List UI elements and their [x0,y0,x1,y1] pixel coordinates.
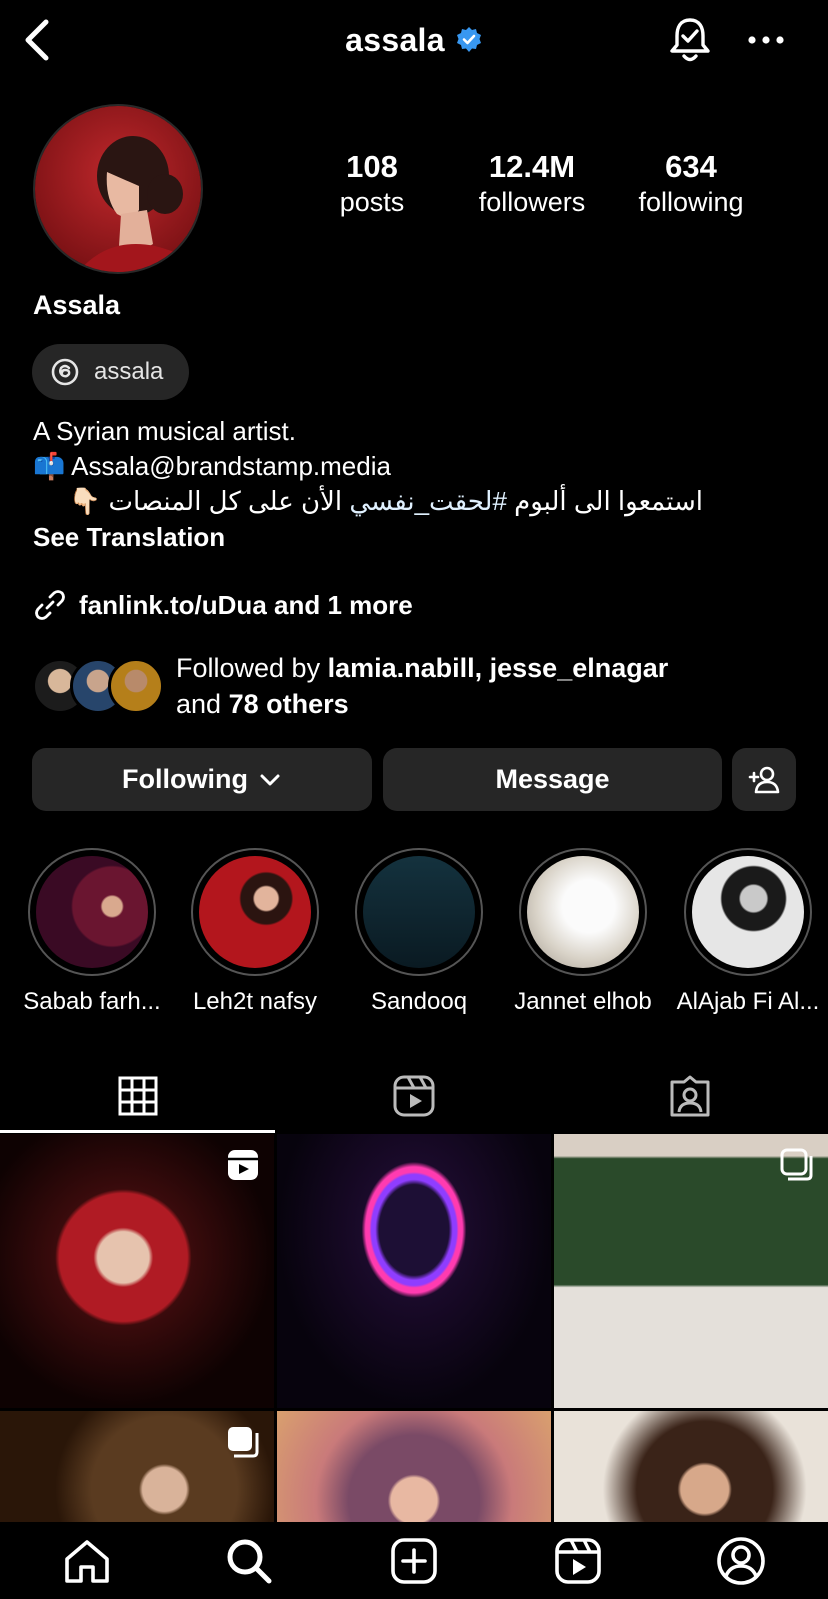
see-translation-link[interactable]: See Translation [33,522,225,553]
username-title: assala [345,21,445,58]
highlight-item[interactable]: Sandooq [339,848,499,1016]
nav-reels[interactable] [551,1534,605,1588]
bio-line-1: A Syrian musical artist. [33,416,296,446]
bio-arabic-text-after: الأن على كل المنصات [108,486,350,516]
threads-handle: assala [94,358,164,385]
notifications-button[interactable] [666,14,714,64]
highlight-item[interactable]: Leh2t nafsy [175,848,335,1016]
post-thumbnail[interactable] [0,1134,274,1408]
chevron-down-icon [260,774,280,785]
reels-icon [393,1075,435,1117]
posts-label: posts [339,187,405,217]
post-thumbnail[interactable] [277,1134,551,1408]
grid-icon [118,1076,158,1116]
tab-tagged[interactable] [552,1060,828,1132]
search-icon [227,1539,272,1584]
post-thumbnail[interactable] [554,1134,828,1408]
nav-profile[interactable] [714,1534,768,1588]
followed-by-and: and [176,689,229,719]
more-options-button[interactable] [746,22,786,58]
bio-line-2: 📫 Assala@brandstamp.media [33,449,813,484]
post-thumbnail[interactable] [0,1411,274,1523]
tab-reels[interactable] [276,1060,552,1132]
avatar-image [35,106,201,272]
carousel-badge-icon [780,1148,813,1181]
bell-check-icon [670,18,710,62]
highlight-ring [355,848,483,976]
nav-search[interactable] [222,1534,276,1588]
following-button[interactable]: Following [32,748,372,811]
bio: A Syrian musical artist. 📫 Assala@brands… [33,414,813,519]
highlight-cover [199,856,311,968]
highlight-cover [363,856,475,968]
external-link[interactable]: fanlink.to/uDua and 1 more [33,588,413,622]
nav-create[interactable] [387,1534,441,1588]
threads-icon [51,358,79,386]
following-count[interactable]: 634 following [626,150,756,220]
highlight-label: AlAjab Fi Al... [676,988,820,1015]
post-thumbnail[interactable] [554,1411,828,1523]
carousel-badge-icon [228,1427,259,1458]
link-icon [35,590,65,620]
posts-count: 108 posts [322,150,422,220]
highlight-cover [36,856,148,968]
bio-line-3: استمعوا الى ألبوم #لحقت_نفسي الأن على كل… [33,484,703,519]
posts-value: 108 [346,149,398,184]
message-button-label: Message [495,764,610,794]
following-label: following [638,187,744,217]
highlight-cover [692,856,804,968]
tab-posts-grid[interactable] [0,1060,276,1132]
following-value: 634 [665,149,717,184]
highlight-cover [527,856,639,968]
tagged-icon [670,1075,710,1117]
more-horizontal-icon [748,36,784,44]
reel-badge-icon [228,1150,258,1180]
message-button[interactable]: Message [383,748,722,811]
display-name: Assala [33,290,121,320]
bio-email[interactable]: Assala@brandstamp.media [71,451,391,481]
followed-by-prefix: Followed by [176,653,328,683]
bio-hashtag-link[interactable]: #لحقت_نفسي [349,486,507,516]
highlight-label: Leh2t nafsy [192,988,318,1015]
followed-by-text[interactable]: Followed by lamia.nabill, jesse_elnagar … [176,650,776,722]
highlight-label: Sabab farh... [23,988,161,1015]
followed-by-others: 78 others [228,689,349,719]
followed-by-avatars[interactable] [32,658,164,716]
verified-badge-icon [456,27,481,52]
followers-count[interactable]: 12.4M followers [462,150,602,220]
followers-value: 12.4M [488,149,576,184]
mailbox-emoji-icon: 📫 [33,451,66,481]
highlight-ring [191,848,319,976]
post-thumbnail[interactable] [277,1411,551,1523]
highlight-ring [684,848,812,976]
mutual-avatar [108,658,164,714]
highlight-ring [28,848,156,976]
profile-icon [717,1537,765,1585]
home-icon [65,1540,109,1583]
highlight-item[interactable]: Jannet elhob [503,848,663,1016]
followed-by-names: lamia.nabill, jesse_elnagar [327,653,669,683]
profile-tabs [0,1060,828,1132]
highlight-label: Jannet elhob [514,988,652,1015]
suggested-users-button[interactable] [732,748,796,811]
reels-icon [555,1538,601,1584]
highlight-label: Sandooq [370,988,468,1015]
add-user-icon [748,766,780,793]
highlight-item[interactable]: AlAjab Fi Al... [668,848,828,1016]
bottom-navigation [0,1522,828,1599]
profile-avatar[interactable] [33,104,203,274]
following-button-label: Following [122,764,248,794]
followers-label: followers [478,187,586,217]
active-tab-indicator [0,1130,275,1133]
nav-home[interactable] [60,1534,114,1588]
threads-badge[interactable]: assala [32,344,189,400]
highlight-ring [519,848,647,976]
create-icon [391,1538,437,1584]
highlight-item[interactable]: Sabab farh... [12,848,172,1016]
pointing-down-emoji-icon: 👇🏻 [68,486,102,516]
link-text: fanlink.to/uDua and 1 more [79,589,413,620]
bio-arabic-text-before: استمعوا الى ألبوم [506,486,703,516]
